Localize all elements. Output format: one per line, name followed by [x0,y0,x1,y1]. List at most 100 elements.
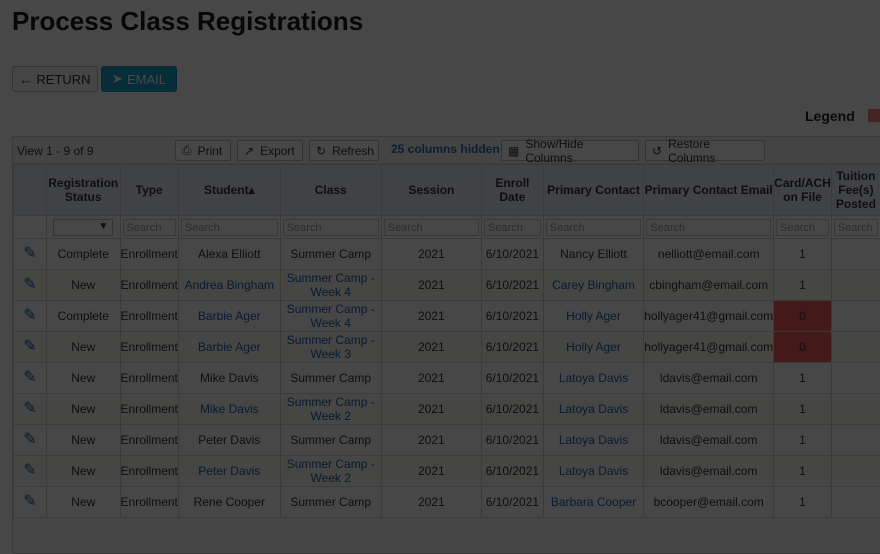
cell-contact[interactable]: Latoya Davis [542,362,645,394]
column-header[interactable]: Student▴ [177,164,281,216]
restore-columns-button[interactable]: ↺ Restore Columns [645,137,765,165]
column-header[interactable]: Session [380,164,483,216]
column-search-input[interactable]: Search [282,218,379,236]
cell-contact[interactable]: Holly Ager [542,300,645,332]
status-filter-select[interactable]: ▼ [53,218,114,236]
cell-contact[interactable]: Holly Ager [542,331,645,363]
cell-date: 6/10/2021 [481,424,544,456]
pencil-icon[interactable]: ✎ [23,400,36,417]
column-header[interactable]: Enroll Date [481,164,544,216]
refresh-button[interactable]: ↻ Refresh [309,140,379,161]
cell-student[interactable]: Rene Cooper [177,486,281,518]
email-button[interactable]: ➤ EMAIL [101,66,177,92]
pencil-icon[interactable]: ✎ [23,276,36,293]
cell-class[interactable]: Summer Camp - Week 2 [279,393,382,425]
edit-cell: ✎ [13,300,47,332]
cell-class[interactable]: Summer Camp - Week 3 [279,331,382,363]
cell-class[interactable]: Summer Camp - Week 2 [279,455,382,487]
cell-class[interactable]: Summer Camp - Week 4 [279,269,382,301]
print-button[interactable]: ⎙ Print [175,140,231,161]
cell-contact[interactable]: Nancy Elliott [542,238,645,270]
cell-date: 6/10/2021 [481,238,544,270]
table-row: ✎ Complete Enrollment Barbie Ager Summer Cam… [13,300,880,332]
cell-student[interactable]: Peter Davis [177,424,281,456]
column-header-label: Registration Status [48,176,119,204]
registrations-table: Registration Status Type Student▴ Class Sess… [13,164,880,518]
column-search-input[interactable]: Search [484,218,541,236]
restore-label: Restore Columns [668,136,716,165]
cell-session: 2021 [380,238,483,270]
legend-label[interactable]: Legend [805,108,855,124]
cell-student[interactable]: Mike Davis [177,393,281,425]
cell-student[interactable]: Andrea Bingham [177,269,281,301]
page: Process Class Registrations ← RETURN ➤ E… [0,0,880,554]
cell-student[interactable]: Barbie Ager [177,331,281,363]
column-search-input[interactable]: Search [122,218,176,236]
column-search-input[interactable]: Search [383,218,479,236]
column-search-input[interactable]: Search [776,218,829,236]
cell-class[interactable]: Summer Camp [279,238,382,270]
cell-contact[interactable]: Barbara Cooper [542,486,645,518]
export-button[interactable]: ↗ Export [237,140,303,161]
cell-student[interactable]: Barbie Ager [177,300,281,332]
pencil-icon[interactable]: ✎ [23,369,36,386]
cell-session: 2021 [380,393,483,425]
cell-email[interactable]: hollyager41@gmail.com [643,331,775,363]
column-header[interactable]: Tuition Fee(s) Posted [830,164,880,216]
return-button[interactable]: ← RETURN [12,66,98,92]
pencil-icon[interactable]: ✎ [23,338,36,355]
column-header[interactable]: Registration Status [45,164,121,216]
filter-cell: Search [119,215,179,239]
pencil-icon[interactable]: ✎ [23,307,36,324]
cell-student[interactable]: Mike Davis [177,362,281,394]
column-header[interactable]: Primary Contact [542,164,645,216]
cell-contact[interactable]: Latoya Davis [542,455,645,487]
cell-class[interactable]: Summer Camp [279,424,382,456]
pencil-icon[interactable]: ✎ [23,462,36,479]
table-row: ✎ New Enrollment Peter Davis Summer Camp - W… [13,455,880,487]
column-header-label: Primary Contact Email [644,183,773,197]
cell-tuition [830,455,880,487]
cell-contact[interactable]: Carey Bingham [542,269,645,301]
cell-student[interactable]: Alexa Elliott [177,238,281,270]
cell-email[interactable]: cbingham@email.com [643,269,775,301]
show-hide-columns-button[interactable]: ▦ Show/Hide Columns [501,137,639,165]
export-label: Export [260,143,295,158]
cell-session: 2021 [380,455,483,487]
cell-tuition [830,331,880,363]
cell-email[interactable]: hollyager41@gmail.com [643,300,775,332]
column-search-input[interactable]: Search [833,218,878,236]
column-search-input[interactable]: Search [180,218,278,236]
column-search-input[interactable]: Search [646,218,772,236]
cell-email[interactable]: nelliott@email.com [643,238,775,270]
cell-session: 2021 [380,362,483,394]
column-search-input[interactable]: Search [545,218,642,236]
table-row: ✎ New Enrollment Andrea Bingham Summer Camp … [13,269,880,301]
cell-email[interactable]: ldavis@email.com [643,424,775,456]
edit-cell: ✎ [13,393,47,425]
pencil-icon[interactable]: ✎ [23,245,36,262]
cell-email[interactable]: ldavis@email.com [643,393,775,425]
view-count: View 1 - 9 of 9 [17,144,94,158]
chevron-down-icon: ▼ [98,220,109,232]
pencil-icon[interactable]: ✎ [23,493,36,510]
cell-card: 0 [773,300,832,332]
cell-class[interactable]: Summer Camp [279,486,382,518]
pencil-icon[interactable]: ✎ [23,431,36,448]
registrations-grid: View 1 - 9 of 9 ⎙ Print ↗ Export ↻ Refre… [12,136,880,554]
column-header[interactable]: Type [119,164,179,216]
cell-email[interactable]: bcooper@email.com [643,486,775,518]
column-header[interactable]: Card/ACH on File [773,164,832,216]
cell-student[interactable]: Peter Davis [177,455,281,487]
cell-contact[interactable]: Latoya Davis [542,393,645,425]
cell-date: 6/10/2021 [481,393,544,425]
column-header[interactable]: Class [279,164,382,216]
cell-email[interactable]: ldavis@email.com [643,455,775,487]
column-header[interactable]: Primary Contact Email [643,164,775,216]
cell-email[interactable]: ldavis@email.com [643,362,775,394]
cell-contact[interactable]: Latoya Davis [542,424,645,456]
cell-tuition [830,486,880,518]
cell-class[interactable]: Summer Camp - Week 4 [279,300,382,332]
cell-class[interactable]: Summer Camp [279,362,382,394]
sort-asc-icon: ▴ [248,183,255,197]
